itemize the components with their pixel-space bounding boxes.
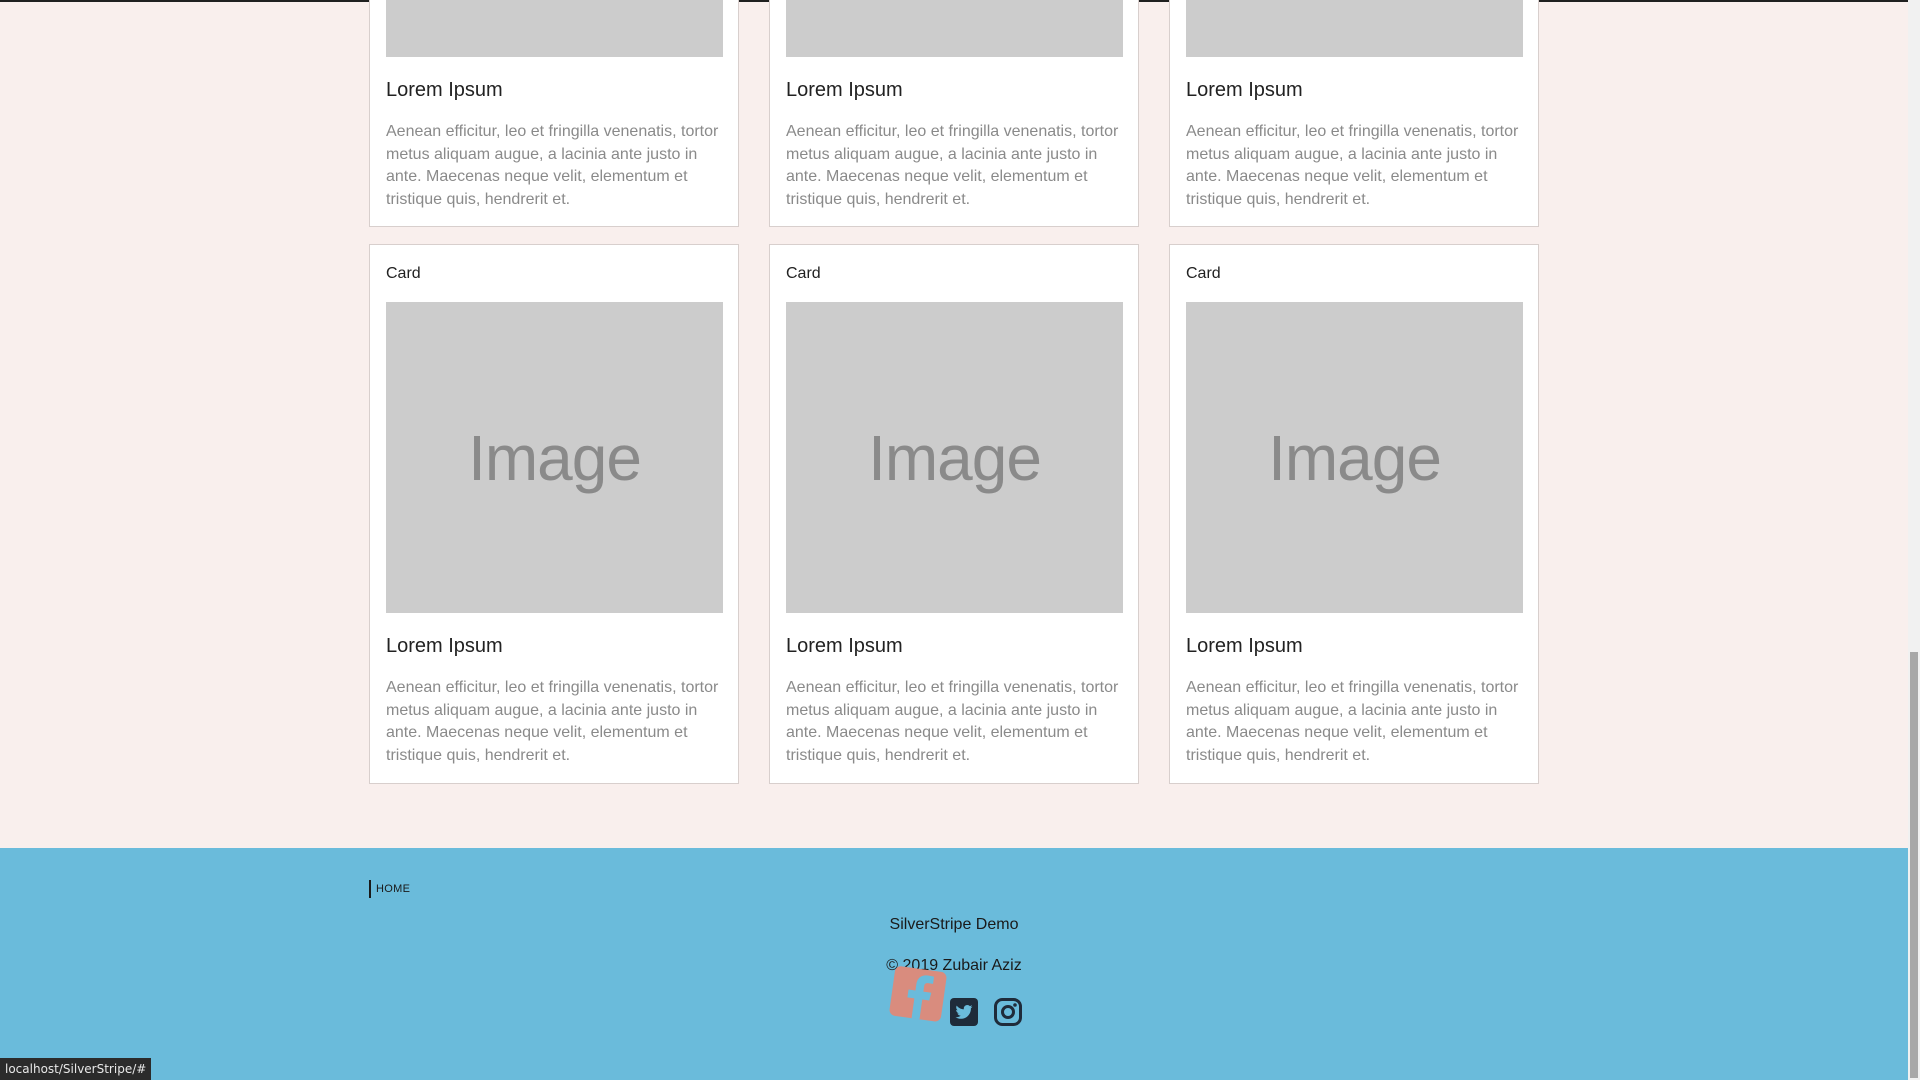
card-image: Image (386, 302, 723, 613)
card-text: Aenean efficitur, leo et fringilla venen… (786, 679, 1119, 764)
vertical-scrollbar[interactable] (1908, 0, 1920, 1080)
twitter-icon[interactable] (949, 997, 979, 1027)
card-title: Lorem Ipsum (786, 79, 903, 101)
footer: HOME SilverStripe Demo © 2019 Zubair Azi… (0, 848, 1908, 1080)
card-text: Aenean efficitur, leo et fringilla venen… (1186, 123, 1519, 208)
site-name: SilverStripe Demo (889, 916, 1019, 933)
card-label: Card (786, 265, 821, 282)
footer-nav: HOME (369, 880, 410, 898)
card: Lorem Ipsum Aenean efficitur, leo et fri… (769, 0, 1139, 227)
card-image (386, 0, 723, 57)
card-title: Lorem Ipsum (1186, 79, 1303, 101)
card-title: Lorem Ipsum (1186, 635, 1303, 657)
card-label: Card (386, 265, 421, 282)
image-placeholder-text: Image (1268, 421, 1442, 494)
card-text: Aenean efficitur, leo et fringilla venen… (1186, 679, 1519, 764)
card-image (786, 0, 1123, 57)
card-image: Image (786, 302, 1123, 613)
card-title: Lorem Ipsum (386, 79, 503, 101)
social-links (888, 963, 1028, 1043)
facebook-icon[interactable] (888, 963, 950, 1025)
instagram-icon[interactable] (993, 997, 1023, 1027)
card-text: Aenean efficitur, leo et fringilla venen… (786, 123, 1119, 208)
card: Card Image Lorem Ipsum Aenean efficitur,… (1169, 244, 1539, 784)
scrollbar-thumb[interactable] (1910, 652, 1918, 1078)
card: Lorem Ipsum Aenean efficitur, leo et fri… (1169, 0, 1539, 227)
card: Lorem Ipsum Aenean efficitur, leo et fri… (369, 0, 739, 227)
image-placeholder-text: Image (868, 421, 1042, 494)
image-placeholder-text: Image (468, 421, 642, 494)
card-image (1186, 0, 1523, 57)
card-title: Lorem Ipsum (386, 635, 503, 657)
card-text: Aenean efficitur, leo et fringilla venen… (386, 123, 719, 208)
card-text: Aenean efficitur, leo et fringilla venen… (386, 679, 719, 764)
status-bar-url: localhost/SilverStripe/# (0, 1058, 152, 1080)
page: Lorem Ipsum Aenean efficitur, leo et fri… (0, 0, 1920, 1080)
card: Card Image Lorem Ipsum Aenean efficitur,… (369, 244, 739, 784)
card-label: Card (1186, 265, 1221, 282)
card-title: Lorem Ipsum (786, 635, 903, 657)
card: Card Image Lorem Ipsum Aenean efficitur,… (769, 244, 1139, 784)
footer-nav-home-link[interactable]: HOME (376, 883, 410, 895)
card-image: Image (1186, 302, 1523, 613)
